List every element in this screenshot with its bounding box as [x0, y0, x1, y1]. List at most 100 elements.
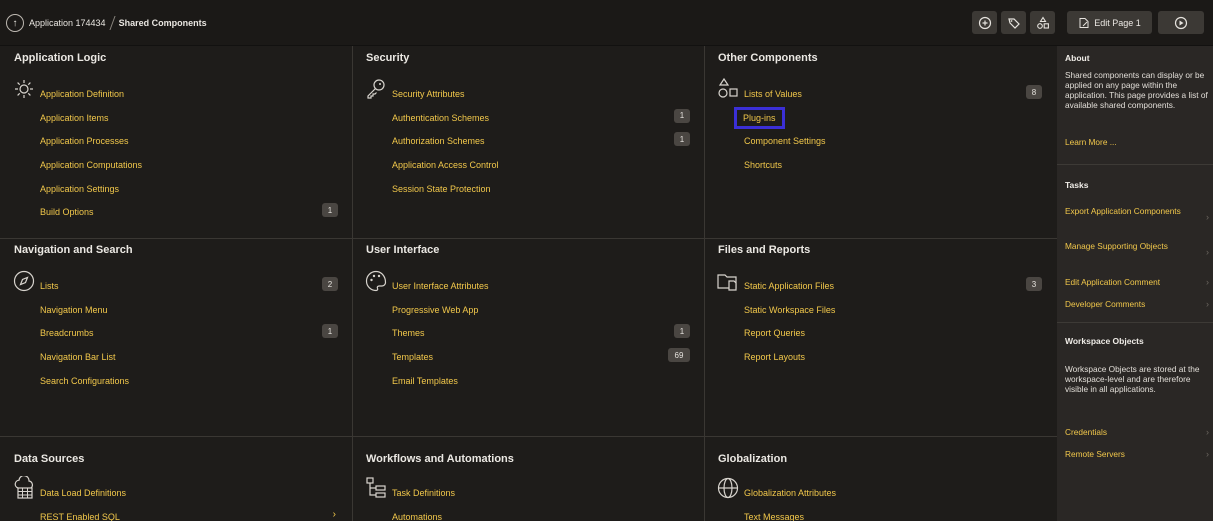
run-page-button[interactable] [1158, 11, 1204, 34]
task-export-application-components[interactable]: Export Application Components [1065, 206, 1185, 216]
breadcrumb: ↑ Application 174434 Shared Components [6, 13, 207, 33]
list-item: Application Definition [40, 82, 338, 106]
link-build-options[interactable]: Build Options [40, 207, 94, 217]
link-task-definitions[interactable]: Task Definitions [392, 488, 455, 498]
link-list: Lists 2 Navigation Menu Breadcrumbs 1 Navi… [40, 274, 338, 392]
list-item: Session State Protection [392, 177, 690, 201]
link-application-items[interactable]: Application Items [40, 113, 109, 123]
list-item: REST Enabled SQL › [40, 505, 338, 521]
link-application-computations[interactable]: Application Computations [40, 160, 142, 170]
link-credentials[interactable]: Credentials [1065, 427, 1205, 437]
link-rest-enabled-sql[interactable]: REST Enabled SQL [40, 512, 120, 521]
chevron-right-icon: › [1206, 299, 1209, 309]
panel-title: Security [366, 52, 410, 64]
count-badge: 2 [322, 277, 338, 291]
list-item: Search Configurations [40, 369, 338, 393]
panel-user-interface: User Interface User Interface Attributes… [352, 238, 703, 436]
link-authorization-schemes[interactable]: Authorization Schemes [392, 136, 485, 146]
breadcrumb-current: Shared Components [118, 18, 207, 28]
list-item: Breadcrumbs 1 [40, 321, 338, 345]
list-item: Authorization Schemes 1 [392, 129, 690, 153]
list-item: Plug-ins [734, 106, 1042, 130]
count-badge: 3 [1026, 277, 1042, 291]
link-static-application-files[interactable]: Static Application Files [744, 281, 834, 291]
panel-navigation-and-search: Navigation and Search Lists 2 Navigation … [0, 238, 351, 436]
list-item: Report Layouts [744, 345, 1042, 369]
divider [1057, 322, 1213, 323]
link-search-configurations[interactable]: Search Configurations [40, 376, 129, 386]
link-security-attributes[interactable]: Security Attributes [392, 89, 465, 99]
panel-files-and-reports: Files and Reports Static Application Fil… [704, 238, 1055, 436]
list-item: Static Application Files 3 [744, 274, 1042, 298]
link-themes[interactable]: Themes [392, 328, 425, 338]
link-component-settings[interactable]: Component Settings [744, 136, 826, 146]
workflow-icon [366, 477, 386, 498]
key-icon [367, 79, 385, 99]
list-item: Navigation Menu [40, 298, 338, 322]
task-edit-application-comment[interactable]: Edit Application Comment [1065, 277, 1205, 287]
link-list: Security Attributes Authentication Schem… [392, 82, 690, 200]
chevron-right-icon: › [1206, 247, 1209, 257]
task-developer-comments[interactable]: Developer Comments [1065, 299, 1205, 309]
panel-title: Globalization [718, 453, 788, 465]
link-breadcrumbs[interactable]: Breadcrumbs [40, 328, 94, 338]
link-lists-of-values[interactable]: Lists of Values [744, 89, 802, 99]
link-application-definition[interactable]: Application Definition [40, 89, 124, 99]
up-arrow-icon[interactable]: ↑ [6, 14, 24, 32]
chevron-right-icon: › [1206, 449, 1209, 459]
list-item: Application Computations [40, 153, 338, 177]
link-automations[interactable]: Automations [392, 512, 442, 521]
cloud-table-icon [14, 476, 33, 499]
link-report-queries[interactable]: Report Queries [744, 328, 805, 338]
link-navigation-bar-list[interactable]: Navigation Bar List [40, 352, 116, 362]
learn-more-link[interactable]: Learn More ... [1065, 137, 1205, 147]
link-progressive-web-app[interactable]: Progressive Web App [392, 305, 478, 315]
link-templates[interactable]: Templates [392, 352, 433, 362]
link-list: Globalization Attributes Text Messages [744, 481, 1042, 521]
top-bar: ↑ Application 174434 Shared Components E… [0, 0, 1213, 46]
edit-page-button[interactable]: Edit Page 1 [1067, 11, 1152, 34]
link-email-templates[interactable]: Email Templates [392, 376, 458, 386]
create-button[interactable] [972, 11, 997, 34]
play-icon [1174, 16, 1188, 29]
utilities-button[interactable] [1001, 11, 1026, 34]
link-remote-servers[interactable]: Remote Servers [1065, 449, 1205, 459]
link-data-load-definitions[interactable]: Data Load Definitions [40, 488, 126, 498]
link-list: Static Application Files 3 Static Workspa… [744, 274, 1042, 369]
link-lists[interactable]: Lists [40, 281, 59, 291]
link-shortcuts[interactable]: Shortcuts [744, 160, 782, 170]
gears-icon [15, 80, 33, 98]
link-application-access-control[interactable]: Application Access Control [392, 160, 499, 170]
list-item: Lists 2 [40, 274, 338, 298]
panel-workflows-and-automations: Workflows and Automations Task Definitio… [352, 436, 703, 521]
shared-components-button[interactable] [1030, 11, 1055, 34]
panel-title: Navigation and Search [14, 244, 133, 256]
link-globalization-attributes[interactable]: Globalization Attributes [744, 488, 836, 498]
link-plug-ins[interactable]: Plug-ins [734, 106, 785, 129]
count-badge: 1 [674, 324, 690, 339]
link-application-settings[interactable]: Application Settings [40, 184, 119, 194]
link-list: User Interface Attributes Progressive We… [392, 274, 690, 392]
task-manage-supporting-objects[interactable]: Manage Supporting Objects [1065, 241, 1185, 251]
list-item: Application Items [40, 106, 338, 130]
list-item: Email Templates [392, 369, 690, 393]
list-item: Text Messages [744, 505, 1042, 521]
about-heading: About [1065, 53, 1090, 63]
edit-page-label: Edit Page 1 [1094, 17, 1141, 28]
link-session-state-protection[interactable]: Session State Protection [392, 184, 491, 194]
chevron-right-icon: › [1206, 277, 1209, 287]
link-application-processes[interactable]: Application Processes [40, 136, 129, 146]
link-report-layouts[interactable]: Report Layouts [744, 352, 805, 362]
folder-file-icon [717, 274, 737, 291]
tasks-heading: Tasks [1065, 180, 1089, 190]
panel-security: Security Security Attributes Authenticat… [352, 46, 703, 238]
breadcrumb-app-link[interactable]: Application 174434 [29, 18, 106, 28]
chevron-right-icon: › [1206, 427, 1209, 437]
link-text-messages[interactable]: Text Messages [744, 512, 804, 521]
link-navigation-menu[interactable]: Navigation Menu [40, 305, 108, 315]
breadcrumb-separator [109, 16, 116, 30]
link-user-interface-attributes[interactable]: User Interface Attributes [392, 281, 489, 291]
link-static-workspace-files[interactable]: Static Workspace Files [744, 305, 835, 315]
panel-other-components: Other Components Lists of Values 8 Plug-i… [704, 46, 1055, 238]
link-authentication-schemes[interactable]: Authentication Schemes [392, 113, 489, 123]
